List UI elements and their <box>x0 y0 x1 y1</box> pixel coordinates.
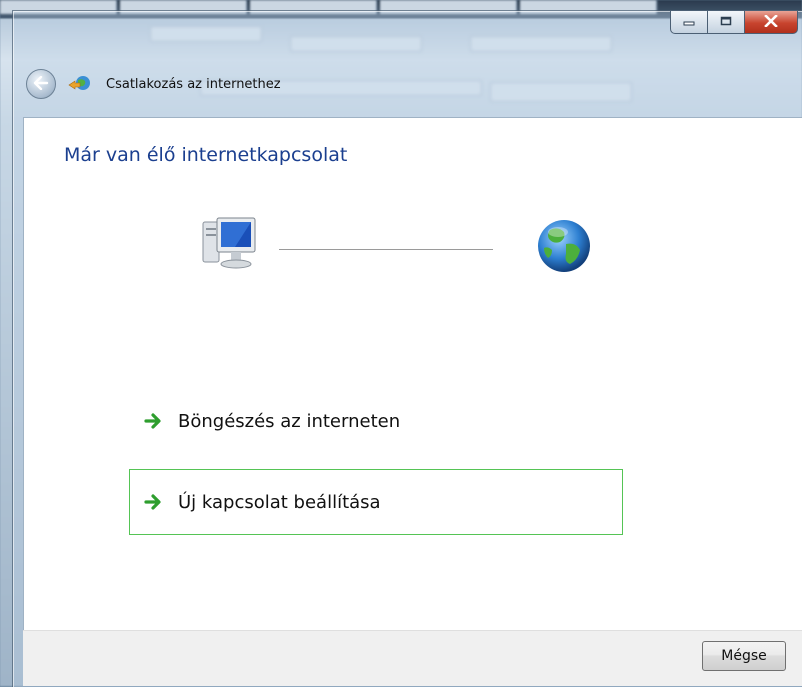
back-button[interactable] <box>26 69 56 99</box>
computer-icon <box>201 214 259 274</box>
green-arrow-icon <box>144 494 166 510</box>
minimize-button[interactable] <box>670 10 708 34</box>
network-connection-icon <box>68 72 92 96</box>
close-icon <box>764 13 778 31</box>
page-heading: Már van élő internetkapcsolat <box>64 144 348 166</box>
window-title: Csatlakozás az internethez <box>106 76 281 92</box>
footer-bar: Mégse <box>23 630 802 686</box>
content-pane: Már van élő internetkapcsolat Böngészés … <box>23 117 802 631</box>
globe-icon <box>536 218 592 274</box>
minimize-icon <box>683 15 695 29</box>
back-arrow-icon <box>33 75 49 94</box>
maximize-button[interactable] <box>707 10 745 34</box>
close-button[interactable] <box>744 10 798 34</box>
cancel-button[interactable]: Mégse <box>702 641 786 671</box>
option-label: Új kapcsolat beállítása <box>178 491 381 513</box>
title-row: Csatlakozás az internethez <box>26 68 281 100</box>
option-label: Böngészés az interneten <box>178 410 401 432</box>
maximize-icon <box>720 15 732 29</box>
new-connection-option[interactable]: Új kapcsolat beállítása <box>129 469 623 535</box>
connection-line <box>279 249 493 250</box>
window-controls <box>670 10 798 36</box>
green-arrow-icon <box>144 413 166 429</box>
browse-internet-option[interactable]: Böngészés az interneten <box>129 388 623 454</box>
